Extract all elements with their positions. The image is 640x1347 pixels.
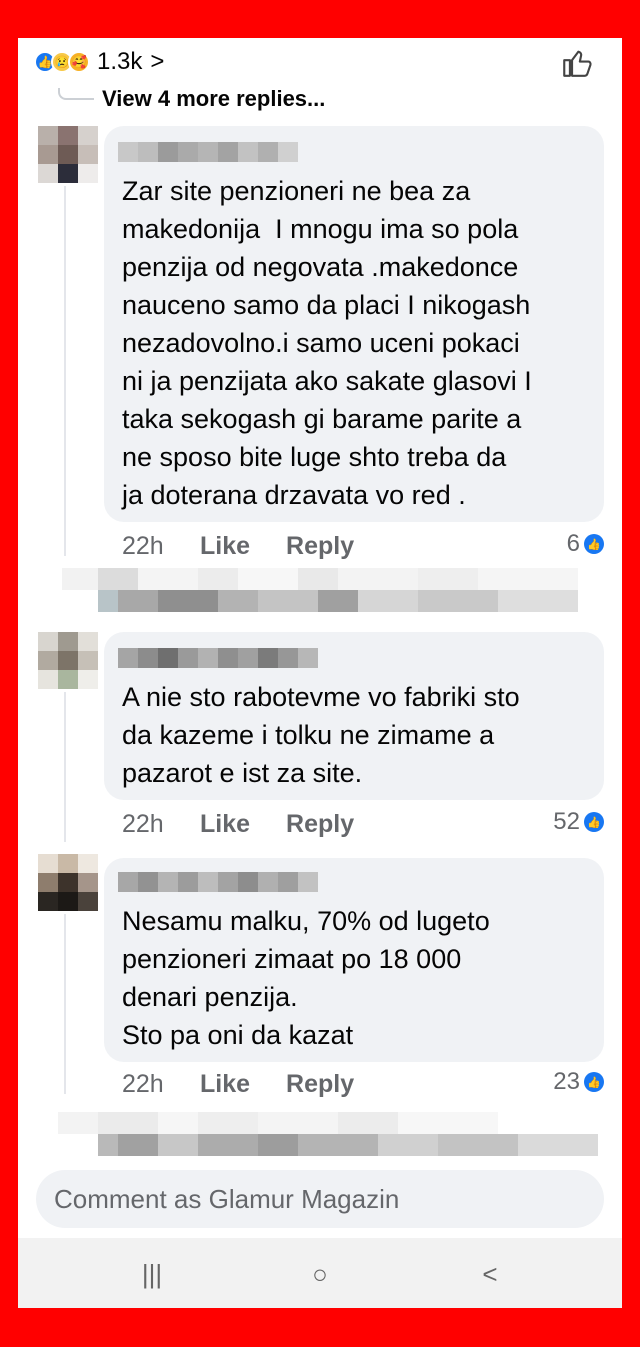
reply-connector <box>58 88 94 100</box>
reply-button[interactable]: Reply <box>286 532 354 561</box>
like-button[interactable]: Like <box>200 810 250 839</box>
thread-line <box>64 186 66 556</box>
comment: Nesamu malku, 70% od lugeto penzioneri z… <box>18 854 622 1114</box>
back-icon[interactable]: < <box>470 1256 510 1292</box>
avatar[interactable] <box>38 126 98 183</box>
comment-like-count[interactable]: 23 👍 <box>553 1068 604 1096</box>
reply-button[interactable]: Reply <box>286 810 354 839</box>
blurred-reply <box>62 568 578 590</box>
blurred-author-name <box>118 648 318 668</box>
comment-like-count[interactable]: 6 👍 <box>567 530 604 558</box>
reactions-bar: 👍 😢 🥰 1.3k > <box>18 38 622 88</box>
comment: Zar site penzioneri ne bea za makedonija… <box>18 126 622 576</box>
like-count-value: 6 <box>566 530 580 557</box>
blurred-author-name <box>118 872 318 892</box>
recent-apps-icon[interactable]: ||| <box>132 1256 172 1292</box>
comment-text: Zar site penzioneri ne bea za makedonija… <box>122 176 532 510</box>
home-icon[interactable]: ○ <box>300 1256 340 1292</box>
thumbs-up-icon[interactable] <box>560 46 594 80</box>
comment-input-placeholder: Comment as Glamur Magazin <box>54 1184 400 1214</box>
blurred-author-name <box>118 142 298 162</box>
comment-like-count[interactable]: 52 👍 <box>553 808 604 836</box>
avatar[interactable] <box>38 632 98 689</box>
comment-actions: 22h Like Reply <box>122 1070 390 1099</box>
like-reaction-icon: 👍 <box>584 1072 604 1092</box>
comment-text: A nie sto rabotevme vo fabriki sto da ka… <box>122 682 520 788</box>
comment-actions: 22h Like Reply <box>122 810 390 839</box>
thread-line <box>64 914 66 1094</box>
blurred-reply <box>98 1134 598 1156</box>
comment-text: Nesamu malku, 70% od lugeto penzioneri z… <box>122 906 490 1050</box>
comment: A nie sto rabotevme vo fabriki sto da ka… <box>18 632 622 852</box>
comment-input[interactable]: Comment as Glamur Magazin <box>36 1170 604 1228</box>
chevron-right-icon: > <box>150 48 165 75</box>
like-button[interactable]: Like <box>200 1070 250 1099</box>
like-reaction-icon: 👍 <box>584 812 604 832</box>
comment-time: 22h <box>122 1070 164 1098</box>
reactions-summary[interactable]: 👍 😢 🥰 1.3k > <box>34 48 164 76</box>
care-reaction-icon: 🥰 <box>68 51 90 73</box>
blurred-reply <box>58 1112 498 1134</box>
comments-screen: 👍 😢 🥰 1.3k > View 4 more replies... Zar … <box>18 38 622 1308</box>
like-button[interactable]: Like <box>200 532 250 561</box>
system-navigation-bar: ||| ○ < <box>18 1238 622 1308</box>
comment-time: 22h <box>122 810 164 838</box>
comment-actions: 22h Like Reply <box>122 532 390 561</box>
like-reaction-icon: 👍 <box>584 534 604 554</box>
comment-bubble[interactable]: A nie sto rabotevme vo fabriki sto da ka… <box>104 632 604 800</box>
avatar[interactable] <box>38 854 98 911</box>
view-more-replies[interactable]: View 4 more replies... <box>58 86 325 112</box>
like-count-value: 23 <box>553 1068 580 1095</box>
comment-bubble[interactable]: Nesamu malku, 70% od lugeto penzioneri z… <box>104 858 604 1062</box>
reaction-count: 1.3k <box>97 48 143 75</box>
reply-button[interactable]: Reply <box>286 1070 354 1099</box>
comment-bubble[interactable]: Zar site penzioneri ne bea za makedonija… <box>104 126 604 522</box>
view-more-replies-label: View 4 more replies... <box>102 86 326 111</box>
like-count-value: 52 <box>553 808 580 835</box>
comment-time: 22h <box>122 532 164 560</box>
blurred-reply <box>98 590 578 612</box>
thread-line <box>64 692 66 842</box>
